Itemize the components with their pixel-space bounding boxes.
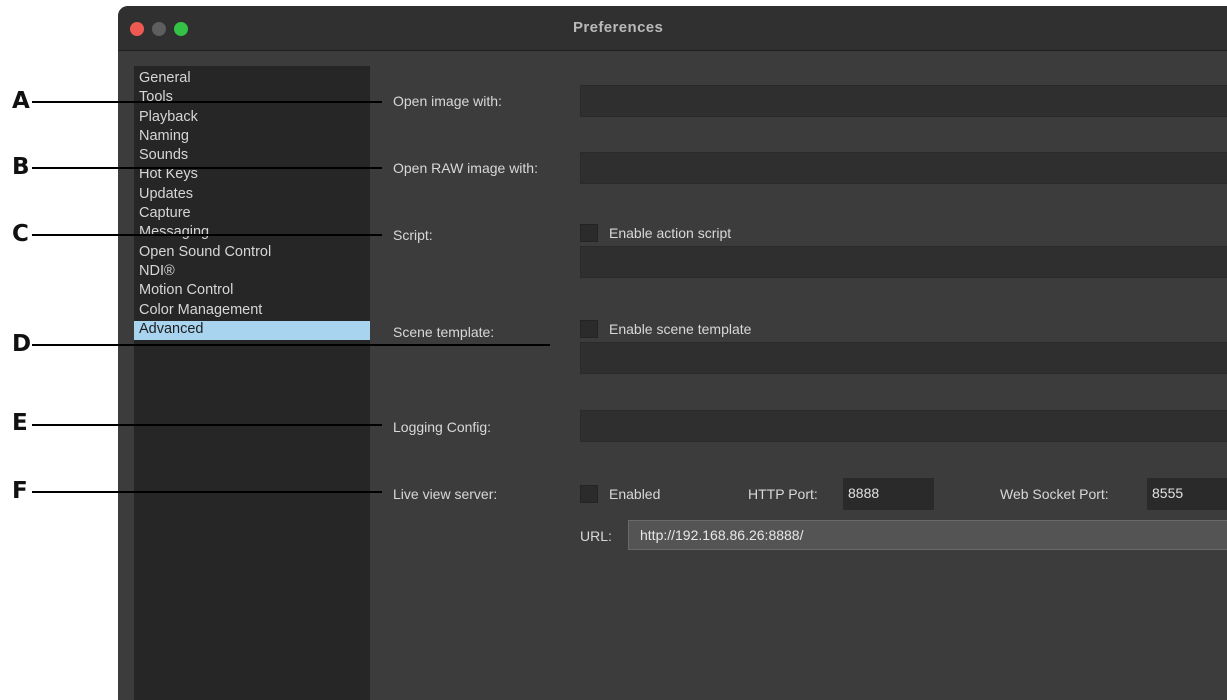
enable-action-script-checkbox[interactable]	[580, 224, 598, 242]
web-socket-port-label: Web Socket Port:	[1000, 486, 1109, 502]
callout-a: A	[12, 88, 30, 114]
live-view-enabled-checkbox[interactable]	[580, 485, 598, 503]
sidebar-list: General Tools Playback Naming Sounds Hot…	[134, 66, 370, 341]
url-field[interactable]: http://192.168.86.26:8888/	[628, 520, 1227, 550]
sidebar-item-playback[interactable]: Playback	[134, 109, 370, 128]
callout-c-leader-line	[32, 234, 382, 236]
sidebar-item-color-management[interactable]: Color Management	[134, 302, 370, 321]
sidebar-item-general[interactable]: General	[134, 70, 370, 89]
open-image-field[interactable]	[580, 85, 1227, 117]
callout-e: E	[12, 410, 28, 436]
live-view-enabled-label[interactable]: Enabled	[609, 486, 660, 502]
title-bar: Preferences	[118, 6, 1227, 51]
sidebar-item-ndi[interactable]: NDI®	[134, 263, 370, 282]
sidebar-item-open-sound-control[interactable]: Open Sound Control	[134, 244, 370, 263]
sidebar-item-updates[interactable]: Updates	[134, 186, 370, 205]
callout-f: F	[12, 478, 28, 504]
enable-scene-template-label[interactable]: Enable scene template	[609, 321, 751, 337]
http-port-label: HTTP Port:	[748, 486, 818, 502]
sidebar-item-tools[interactable]: Tools	[134, 89, 370, 108]
sidebar-item-motion-control[interactable]: Motion Control	[134, 282, 370, 301]
callout-c: C	[12, 221, 29, 247]
open-image-label: Open image with:	[393, 93, 502, 109]
enable-scene-template-checkbox[interactable]	[580, 320, 598, 338]
callout-f-leader-line	[32, 491, 382, 493]
http-port-field[interactable]: 8888	[843, 478, 934, 510]
callout-b: B	[12, 154, 30, 180]
callout-e-leader-line	[32, 424, 382, 426]
scene-template-field[interactable]	[580, 342, 1227, 374]
action-script-field[interactable]	[580, 246, 1227, 278]
sidebar-item-sounds[interactable]: Sounds	[134, 147, 370, 166]
sidebar-item-advanced[interactable]: Advanced	[134, 320, 370, 341]
callout-d: D	[12, 331, 32, 357]
live-view-server-label: Live view server:	[393, 486, 498, 502]
enable-action-script-label[interactable]: Enable action script	[609, 225, 731, 241]
preferences-window: Preferences General Tools Playback Namin…	[118, 6, 1227, 700]
logging-config-field[interactable]	[580, 410, 1227, 442]
callout-a-leader-line	[32, 101, 382, 103]
script-label: Script:	[393, 227, 433, 243]
preferences-sidebar: General Tools Playback Naming Sounds Hot…	[134, 66, 370, 700]
sidebar-item-hot-keys[interactable]: Hot Keys	[134, 166, 370, 185]
sidebar-item-capture[interactable]: Capture	[134, 205, 370, 224]
callout-b-leader-line	[32, 167, 382, 169]
web-socket-port-field[interactable]: 8555	[1147, 478, 1227, 510]
window-title: Preferences	[573, 19, 664, 36]
open-raw-field[interactable]	[580, 152, 1227, 184]
url-label: URL:	[580, 528, 612, 544]
open-raw-label: Open RAW image with:	[393, 160, 538, 176]
scene-template-label: Scene template:	[393, 324, 495, 340]
callout-d-leader-line	[32, 344, 550, 346]
logging-config-label: Logging Config:	[393, 419, 492, 435]
sidebar-item-naming[interactable]: Naming	[134, 128, 370, 147]
